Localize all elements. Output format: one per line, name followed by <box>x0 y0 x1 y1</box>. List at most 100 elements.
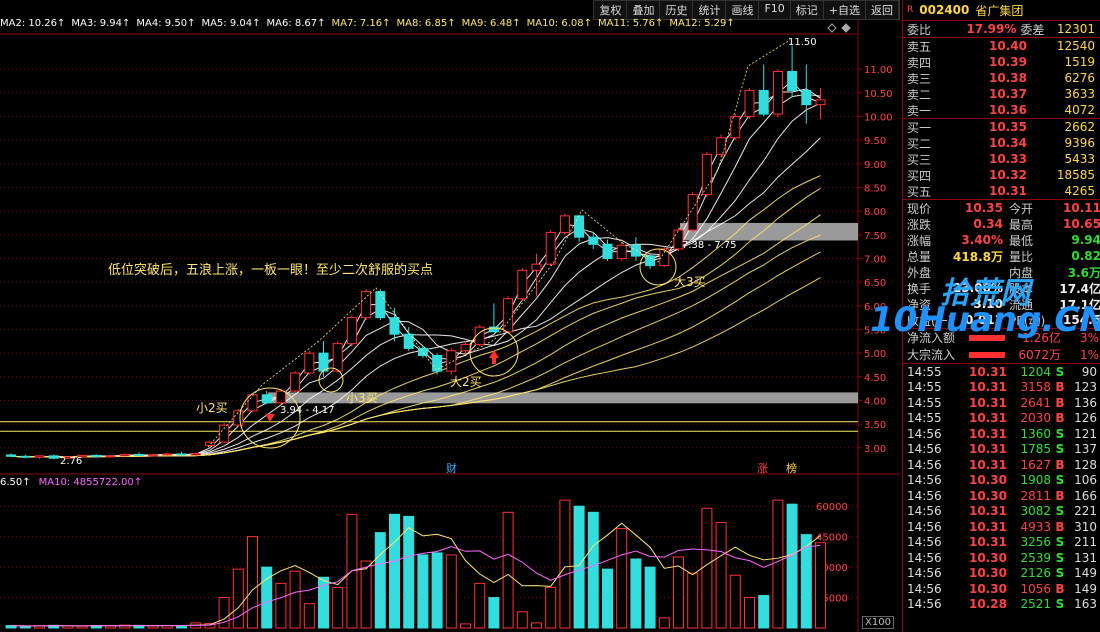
tick-volume: 3256 <box>1020 535 1051 550</box>
candle-body <box>275 390 286 404</box>
price-tick-label: 8.50 <box>864 183 886 194</box>
volume-bar <box>559 499 571 629</box>
flow-bar <box>969 334 1005 341</box>
volume-bar <box>758 595 770 629</box>
book-price: 10.40 <box>989 39 1027 53</box>
tick-price: 10.30 <box>969 488 1007 503</box>
candle-body <box>389 317 400 335</box>
price-tick-label: 7.00 <box>864 254 886 265</box>
toolbar-button-6[interactable]: 标记 <box>791 1 824 19</box>
order-ratio-label: 委比 <box>907 22 932 37</box>
volume-bar <box>587 511 599 629</box>
quote-value: 0.82 <box>1071 249 1100 263</box>
toolbar-button-1[interactable]: 叠加 <box>627 1 661 19</box>
quote-key: PE(动) <box>1009 313 1046 328</box>
candle-body <box>559 215 570 233</box>
volume-bar <box>431 552 443 629</box>
candle-body <box>91 454 102 457</box>
annotation-text: 低位突破后，五浪上涨，一板一眼！至少二次舒服的买点 <box>108 263 434 278</box>
tick-count: 131 <box>1074 550 1097 565</box>
tick-side: S <box>1055 426 1065 441</box>
diamond-icon <box>841 23 851 33</box>
book-volume: 5433 <box>1064 152 1095 166</box>
quote-row: 涨跌 0.34 最高 10.65 <box>903 216 1100 232</box>
tick-side: B <box>1055 519 1065 534</box>
book-price: 10.31 <box>989 184 1027 198</box>
price-tick-label: 7.50 <box>864 231 886 242</box>
book-price: 10.36 <box>989 103 1027 117</box>
book-label: 买三 <box>907 152 932 167</box>
label-small3: 小3买 <box>346 391 378 405</box>
candle-body <box>744 89 755 117</box>
quote-key: 今开 <box>1009 201 1034 216</box>
ma-legend-item: MA9: 6.48↑ <box>461 18 521 29</box>
tick-side: B <box>1055 581 1065 596</box>
candle-body <box>219 424 230 443</box>
quote-key: 最高 <box>1009 217 1034 232</box>
bid-row: 买五 10.31 4265 <box>903 183 1100 199</box>
tick-price: 10.31 <box>969 395 1007 410</box>
flow-percent: 1% <box>1079 347 1099 362</box>
quote-value: 17.4亿 <box>1059 281 1100 296</box>
book-price: 10.32 <box>989 168 1027 182</box>
tick-count: 211 <box>1074 535 1097 550</box>
toolbar-button-4[interactable]: 画线 <box>726 1 760 19</box>
candle-body <box>787 71 798 91</box>
candle-body <box>346 317 357 345</box>
volume-bar <box>247 536 258 629</box>
volume-bar <box>374 532 386 629</box>
tick-volume: 1908 <box>1020 473 1051 488</box>
tick-row: 14:55 10.31 2641 B 136 <box>903 395 1100 411</box>
quote-key: 涨跌 <box>907 217 932 232</box>
tick-volume: 2126 <box>1020 566 1051 581</box>
tick-price: 10.31 <box>969 364 1007 379</box>
range-label: 7.38 - 7.75 <box>682 240 737 251</box>
order-ratio-value: 17.99% <box>966 22 1017 36</box>
tick-volume: 2539 <box>1020 550 1051 565</box>
candle-body <box>304 352 315 374</box>
tick-time: 14:56 <box>907 488 942 503</box>
price-tick-label: 9.00 <box>864 160 886 171</box>
toolbar-button-8[interactable]: 返回 <box>866 1 899 19</box>
ma-legend-item: MA12: 5.29↑ <box>669 18 735 29</box>
tick-volume: 1785 <box>1020 442 1051 457</box>
tick-count: 149 <box>1074 581 1097 596</box>
quote-value: 154.5 <box>1063 313 1100 327</box>
toolbar-button-2[interactable]: 历史 <box>660 1 694 19</box>
volume-bar <box>502 511 514 629</box>
quote-row: 现价 10.35 今开 10.11 <box>903 200 1100 216</box>
tick-price: 10.31 <box>969 504 1007 519</box>
book-price: 10.34 <box>989 136 1027 150</box>
book-label: 卖五 <box>907 39 932 54</box>
volume-bar <box>445 554 457 629</box>
tick-row: 14:56 10.31 1785 S 137 <box>903 442 1100 458</box>
order-ratio-row: 委比 17.99% 委差 12301 <box>903 21 1100 37</box>
money-flow: 净流入额 1.26亿 3% 大宗流入 6072万 1% <box>903 328 1100 363</box>
ma-legend-item: MA6: 8.67↑ <box>266 18 326 29</box>
range-label: 3.94 - 4.17 <box>280 405 335 416</box>
book-label: 买四 <box>907 168 932 183</box>
toolbar-button-5[interactable]: F10 <box>759 1 791 19</box>
candle-body <box>332 343 343 372</box>
quote-value: 0.34 <box>973 217 1003 231</box>
kline-chart[interactable]: 11.00 10.50 10.00 9.50 9.00 8.50 8.00 7.50 7.00 6… <box>0 0 900 632</box>
candle-body <box>716 137 727 155</box>
flow-key: 大宗流入 <box>907 348 956 362</box>
tick-time: 14:56 <box>907 426 942 441</box>
quote-value: 9.94 <box>1071 233 1100 247</box>
volume-bar <box>616 528 628 629</box>
volume-bar <box>488 597 500 629</box>
toolbar-button-7[interactable]: +自选 <box>824 1 866 19</box>
ma-legend-item: MA3: 9.94↑ <box>71 18 131 29</box>
volume-bar <box>744 597 755 629</box>
tick-side: S <box>1055 550 1065 565</box>
candle-body <box>432 355 443 372</box>
volume-tick-label: 60000 <box>816 502 848 513</box>
toolbar-button-3[interactable]: 统计 <box>693 1 727 19</box>
tick-volume: 1204 <box>1020 364 1051 379</box>
toolbar-button-0[interactable]: 复权 <box>594 1 628 19</box>
bid-list: 买一 10.35 2662 买二 10.34 9396 买三 10.33 5433 买四 10.32… <box>903 118 1100 199</box>
quote-key: 换手 <box>907 281 932 296</box>
ranking-marker: 榜 <box>786 461 797 475</box>
tick-time: 14:56 <box>907 504 942 519</box>
